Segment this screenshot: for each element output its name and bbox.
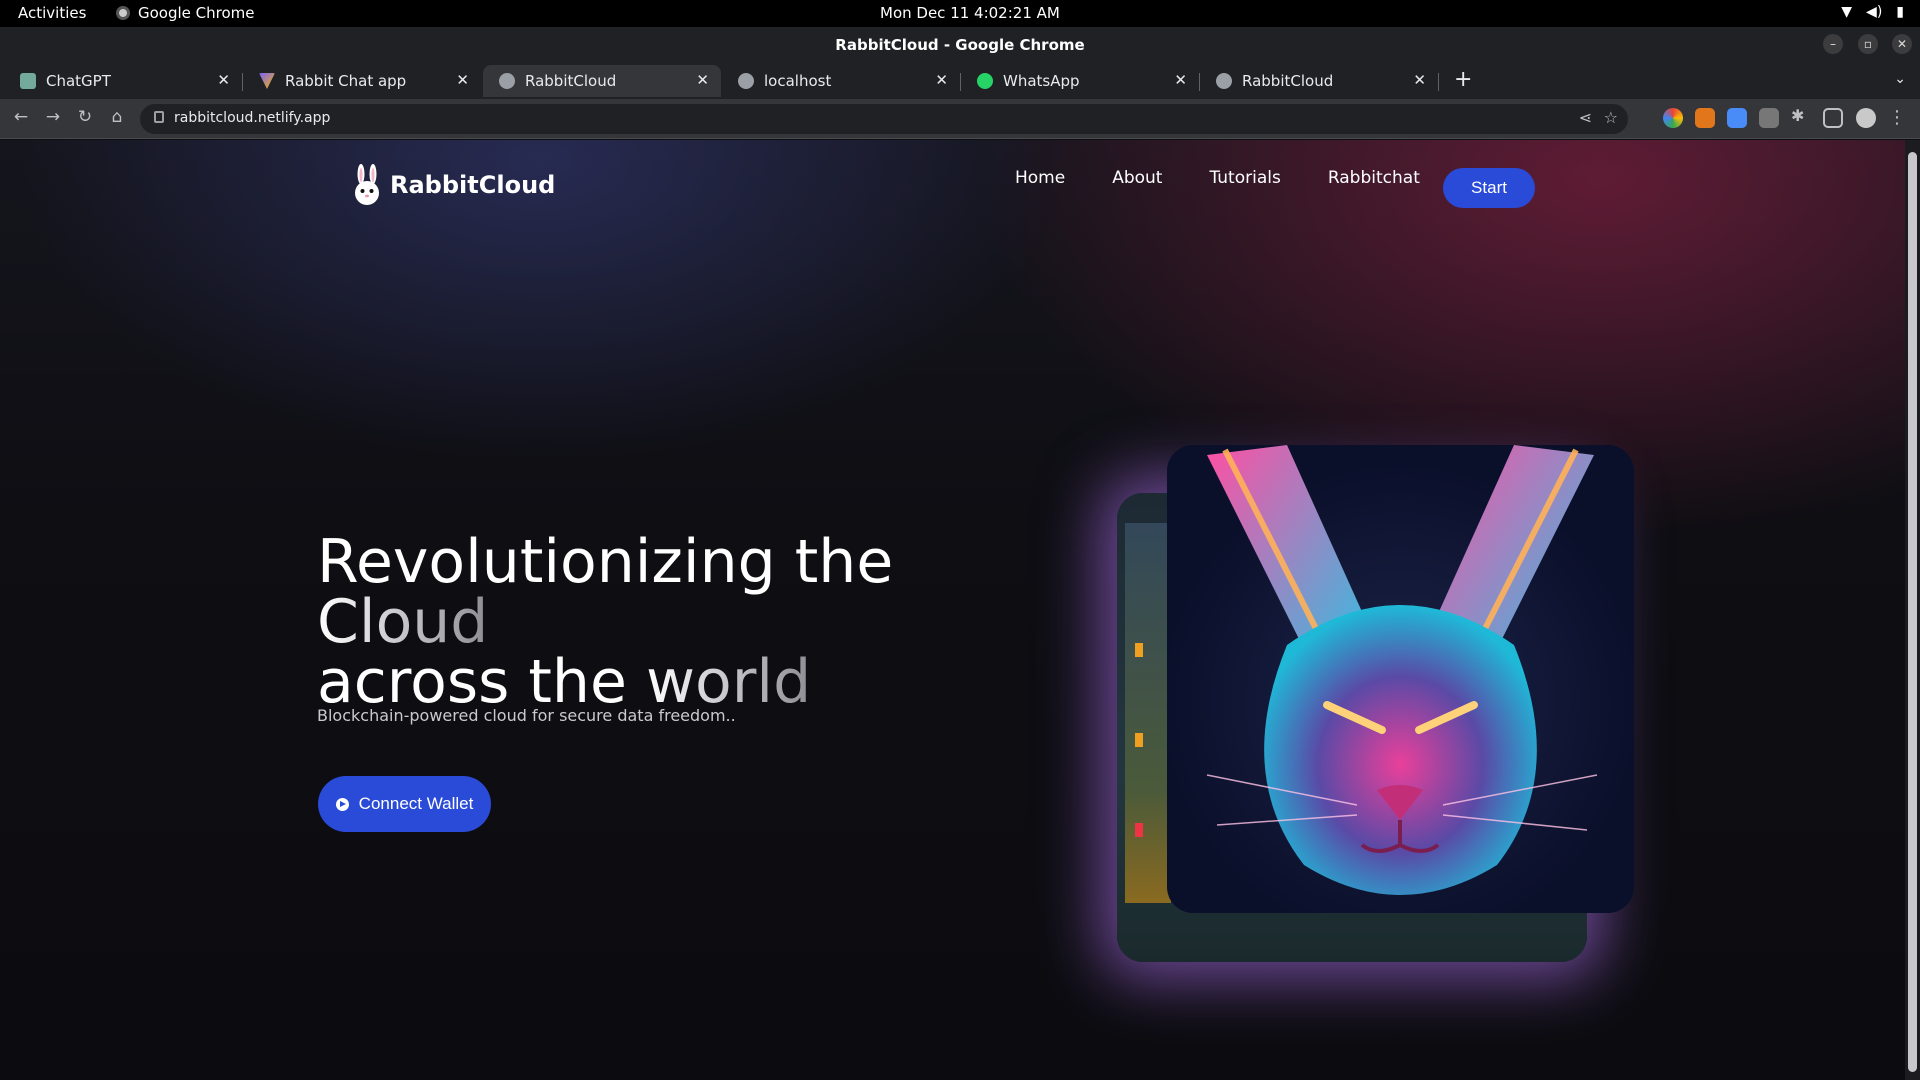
page-scrollbar[interactable]: [1905, 140, 1920, 1080]
back-arrow-icon[interactable]: ←: [10, 107, 32, 127]
tab-label: ChatGPT: [46, 72, 111, 90]
activities-button[interactable]: Activities: [18, 4, 86, 22]
close-tab-icon[interactable]: ✕: [456, 71, 469, 89]
globe-favicon-icon: [738, 73, 754, 89]
tab-rabbit-chat-app[interactable]: Rabbit Chat app ✕: [243, 65, 481, 97]
side-panel-icon[interactable]: [1823, 108, 1843, 128]
neon-rabbit-illustration: [1206, 445, 1598, 895]
volume-icon: ◀): [1866, 4, 1883, 20]
system-tray[interactable]: ▼ ◀) ▮: [1841, 4, 1904, 20]
start-button[interactable]: Start: [1443, 168, 1535, 208]
close-tab-icon[interactable]: ✕: [935, 71, 948, 89]
scrollbar-thumb[interactable]: [1908, 152, 1917, 1072]
window-title: RabbitCloud - Google Chrome: [835, 36, 1085, 54]
extension-color-icon[interactable]: [1663, 108, 1683, 128]
tab-separator: [1438, 73, 1439, 91]
close-window-button[interactable]: ✕: [1892, 34, 1912, 54]
metamask-icon[interactable]: [1695, 108, 1715, 128]
address-bar[interactable]: rabbitcloud.netlify.app ⋖ ☆: [140, 104, 1628, 134]
reload-icon[interactable]: ↻: [74, 107, 96, 127]
headline-line1: Revolutionizing the Cloud: [317, 527, 893, 657]
close-tab-icon[interactable]: ✕: [217, 71, 230, 89]
tab-strip: ChatGPT ✕ Rabbit Chat app ✕ RabbitCloud …: [0, 63, 1920, 99]
city-building: [1125, 523, 1171, 903]
chatgpt-favicon-icon: [20, 73, 36, 89]
tab-label: localhost: [764, 72, 832, 90]
hero-subtitle: Blockchain-powered cloud for secure data…: [317, 706, 736, 725]
main-nav: Home About Tutorials Rabbitchat: [1015, 168, 1420, 188]
tab-rabbitcloud-active[interactable]: RabbitCloud ✕: [483, 65, 721, 97]
whatsapp-favicon-icon: [977, 73, 993, 89]
tab-label: Rabbit Chat app: [285, 72, 407, 90]
connect-wallet-label: Connect Wallet: [358, 794, 474, 813]
page-viewport: RabbitCloud Home About Tutorials Rabbitc…: [0, 140, 1905, 1080]
profile-avatar[interactable]: [1856, 108, 1876, 128]
vite-favicon-icon: [259, 73, 275, 89]
url-text[interactable]: rabbitcloud.netlify.app: [174, 110, 330, 126]
chrome-icon: [116, 6, 130, 20]
hero-headline: Revolutionizing the Cloud across the wor…: [317, 532, 1077, 712]
nav-tutorials[interactable]: Tutorials: [1209, 168, 1280, 188]
home-icon[interactable]: ⌂: [106, 107, 128, 127]
battery-icon: ▮: [1896, 4, 1904, 20]
tab-rabbitcloud-2[interactable]: RabbitCloud ✕: [1200, 65, 1439, 97]
tab-search-chevron-icon[interactable]: ⌄: [1894, 71, 1906, 87]
share-icon[interactable]: ⋖: [1579, 108, 1592, 127]
site-logo[interactable]: RabbitCloud: [352, 164, 555, 206]
nav-home[interactable]: Home: [1015, 168, 1065, 188]
tab-localhost[interactable]: localhost ✕: [722, 65, 961, 97]
new-tab-plus-icon[interactable]: +: [1454, 67, 1472, 92]
tab-whatsapp[interactable]: WhatsApp ✕: [961, 65, 1200, 97]
brand-name: RabbitCloud: [390, 171, 556, 199]
forward-arrow-icon[interactable]: →: [42, 107, 64, 127]
app-name: Google Chrome: [138, 4, 255, 22]
maximize-button[interactable]: ▫: [1858, 34, 1878, 54]
rabbit-logo-icon: [355, 164, 379, 205]
clock[interactable]: Mon Dec 11 4:02:21 AM: [880, 4, 1060, 22]
connect-wallet-button[interactable]: Connect Wallet: [318, 776, 491, 832]
globe-favicon-icon: [1216, 73, 1232, 89]
city-light: [1135, 733, 1143, 747]
translate-extension-icon[interactable]: [1727, 108, 1747, 128]
system-top-bar: Activities Google Chrome Mon Dec 11 4:02…: [0, 0, 1920, 27]
close-tab-icon[interactable]: ✕: [1413, 71, 1426, 89]
wifi-icon: ▼: [1841, 4, 1853, 20]
lock-icon[interactable]: [154, 111, 164, 123]
window-title-bar: RabbitCloud - Google Chrome – ▫ ✕: [0, 27, 1920, 63]
app-menu[interactable]: Google Chrome: [116, 4, 255, 22]
close-tab-icon[interactable]: ✕: [1174, 71, 1187, 89]
hero-rabbit-image: [1167, 445, 1634, 913]
bookmark-star-icon[interactable]: ☆: [1604, 108, 1618, 127]
puzzle-extensions-icon[interactable]: ✱: [1791, 106, 1811, 126]
tab-label: WhatsApp: [1003, 72, 1080, 90]
city-light: [1135, 643, 1143, 657]
play-circle-icon: [335, 797, 349, 811]
tab-chatgpt[interactable]: ChatGPT ✕: [4, 65, 243, 97]
globe-favicon-icon: [499, 73, 515, 89]
minimize-button[interactable]: –: [1823, 34, 1843, 54]
chrome-menu-icon[interactable]: ⋮: [1888, 107, 1906, 128]
nav-rabbitchat[interactable]: Rabbitchat: [1328, 168, 1420, 188]
city-light: [1135, 823, 1143, 837]
tab-label: RabbitCloud: [1242, 72, 1334, 90]
cube-extension-icon[interactable]: [1759, 108, 1779, 128]
nav-about[interactable]: About: [1112, 168, 1162, 188]
close-tab-icon[interactable]: ✕: [696, 71, 709, 89]
tab-label: RabbitCloud: [525, 72, 617, 90]
browser-toolbar: ← → ↻ ⌂ rabbitcloud.netlify.app ⋖ ☆ ✱ ⋮: [0, 99, 1920, 139]
